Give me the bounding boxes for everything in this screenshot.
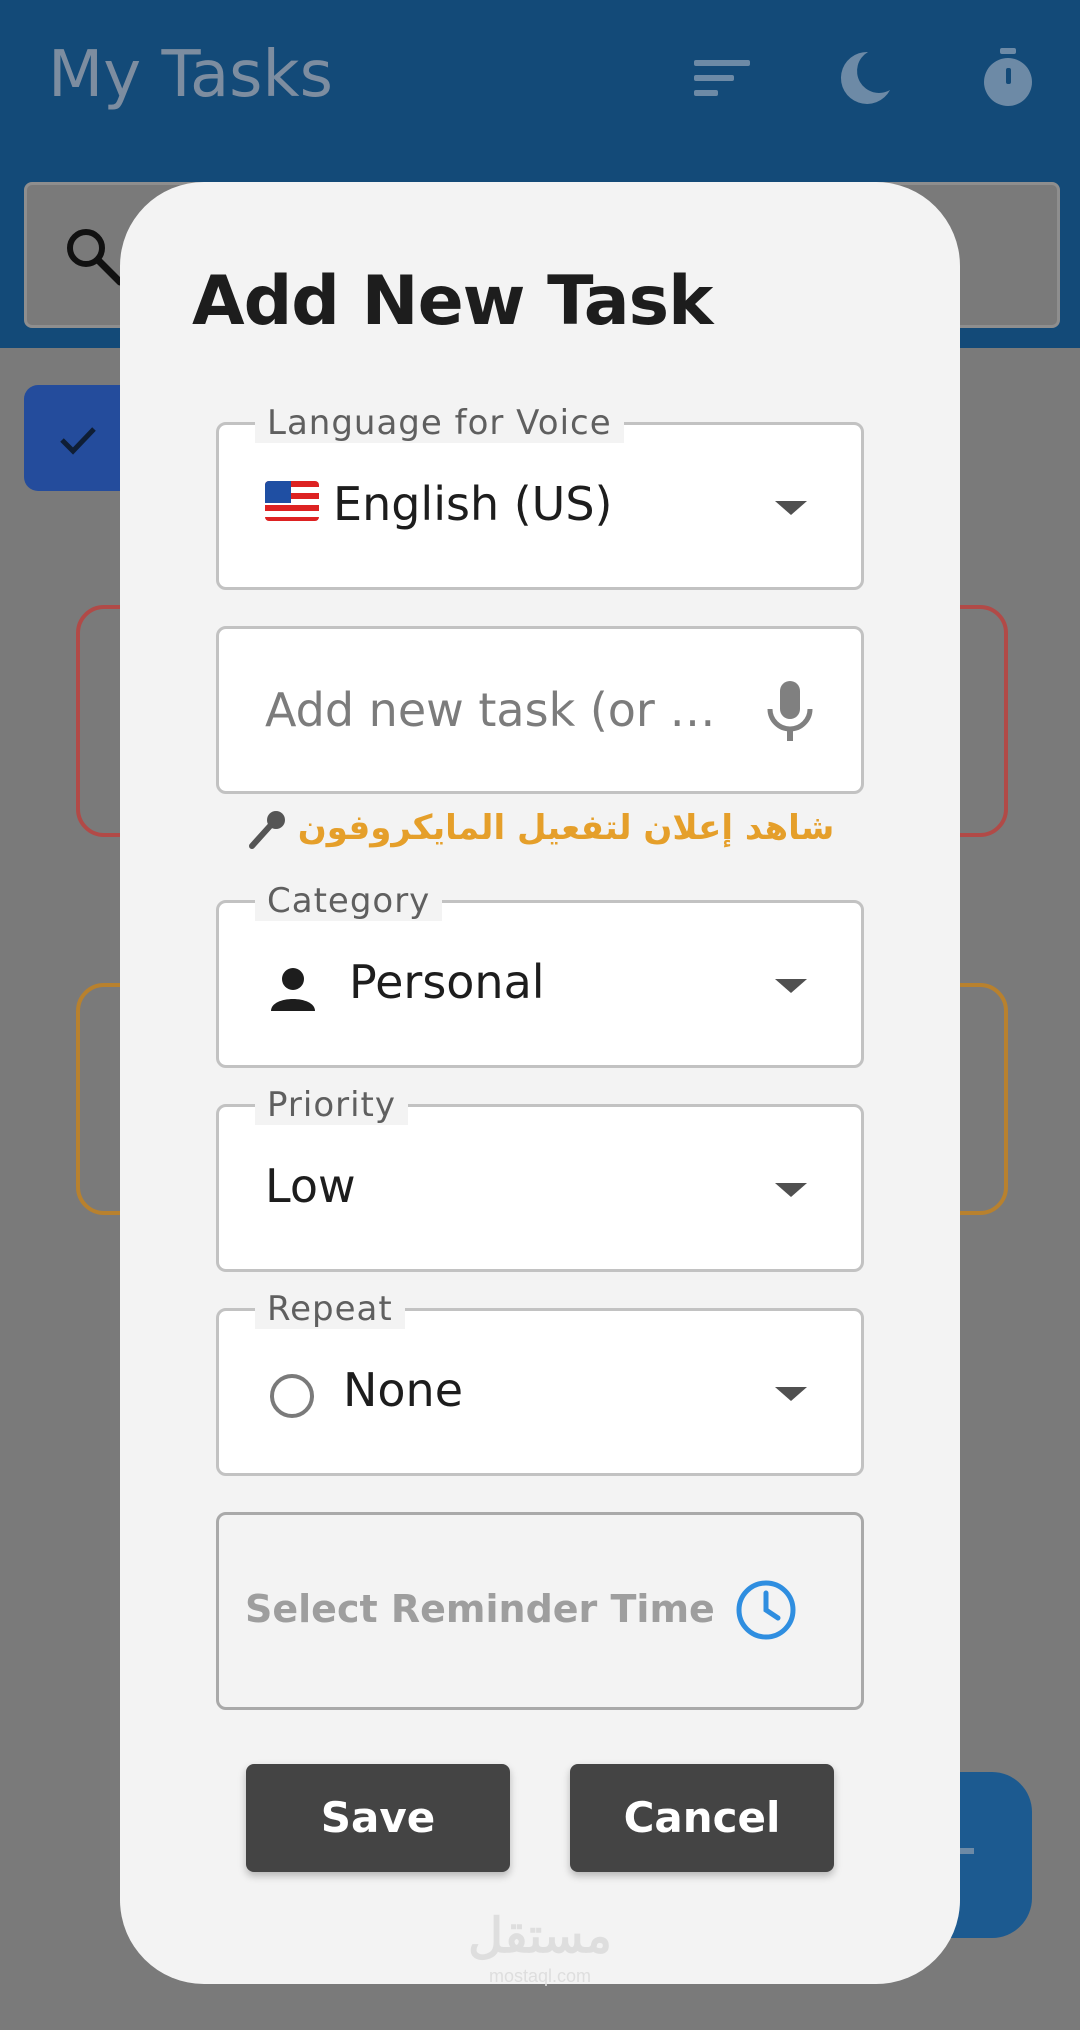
language-label: Language for Voice [255, 403, 624, 443]
repeat-dropdown[interactable]: Repeat None [216, 1289, 864, 1476]
reminder-label: Select Reminder Time [245, 1587, 715, 1631]
save-button[interactable]: Save [246, 1764, 510, 1872]
category-label: Category [255, 881, 443, 921]
chevron-down-icon [775, 979, 807, 993]
language-dropdown[interactable]: Language for Voice English (US) [216, 403, 864, 590]
priority-value: Low [265, 1159, 356, 1213]
repeat-value: None [343, 1363, 464, 1417]
watermark-logo: مستقل [468, 1910, 612, 1963]
reminder-time-picker[interactable]: Select Reminder Time [216, 1512, 864, 1710]
repeat-label: Repeat [255, 1289, 405, 1329]
watch-ad-message[interactable]: شاهد إعلان لتفعيل المايكروفون [120, 804, 960, 852]
cancel-button[interactable]: Cancel [570, 1764, 834, 1872]
check-icon [60, 427, 96, 455]
new-task-input[interactable]: Add new task (or … [216, 626, 864, 794]
add-task-dialog: Add New Task Language for Voice English … [120, 182, 960, 1986]
chevron-down-icon [775, 501, 807, 515]
watermark-url: mostaql.com [488, 1966, 592, 1986]
microphone-icon [248, 810, 285, 849]
dialog-title: Add New Task [192, 262, 713, 341]
radio-unchecked-icon [270, 1374, 314, 1418]
person-icon [271, 968, 315, 1011]
new-task-placeholder: Add new task (or … [265, 683, 716, 737]
us-flag-icon [265, 481, 319, 521]
chevron-down-icon [775, 1387, 807, 1401]
app-title: My Tasks [48, 38, 333, 112]
dark-mode-moon-icon[interactable] [832, 46, 896, 110]
priority-dropdown[interactable]: Priority Low [216, 1085, 864, 1272]
priority-label: Priority [255, 1085, 409, 1125]
category-value: Personal [349, 955, 545, 1009]
chevron-down-icon [775, 1183, 807, 1197]
search-icon [67, 229, 124, 286]
microphone-icon[interactable] [763, 679, 817, 743]
sort-icon[interactable] [690, 46, 754, 110]
language-value: English (US) [333, 477, 613, 531]
watch-ad-text: شاهد إعلان لتفعيل المايكروفون [297, 808, 835, 848]
timer-icon[interactable] [976, 46, 1040, 110]
category-dropdown[interactable]: Category Personal [216, 881, 864, 1068]
clock-icon[interactable] [735, 1579, 797, 1641]
